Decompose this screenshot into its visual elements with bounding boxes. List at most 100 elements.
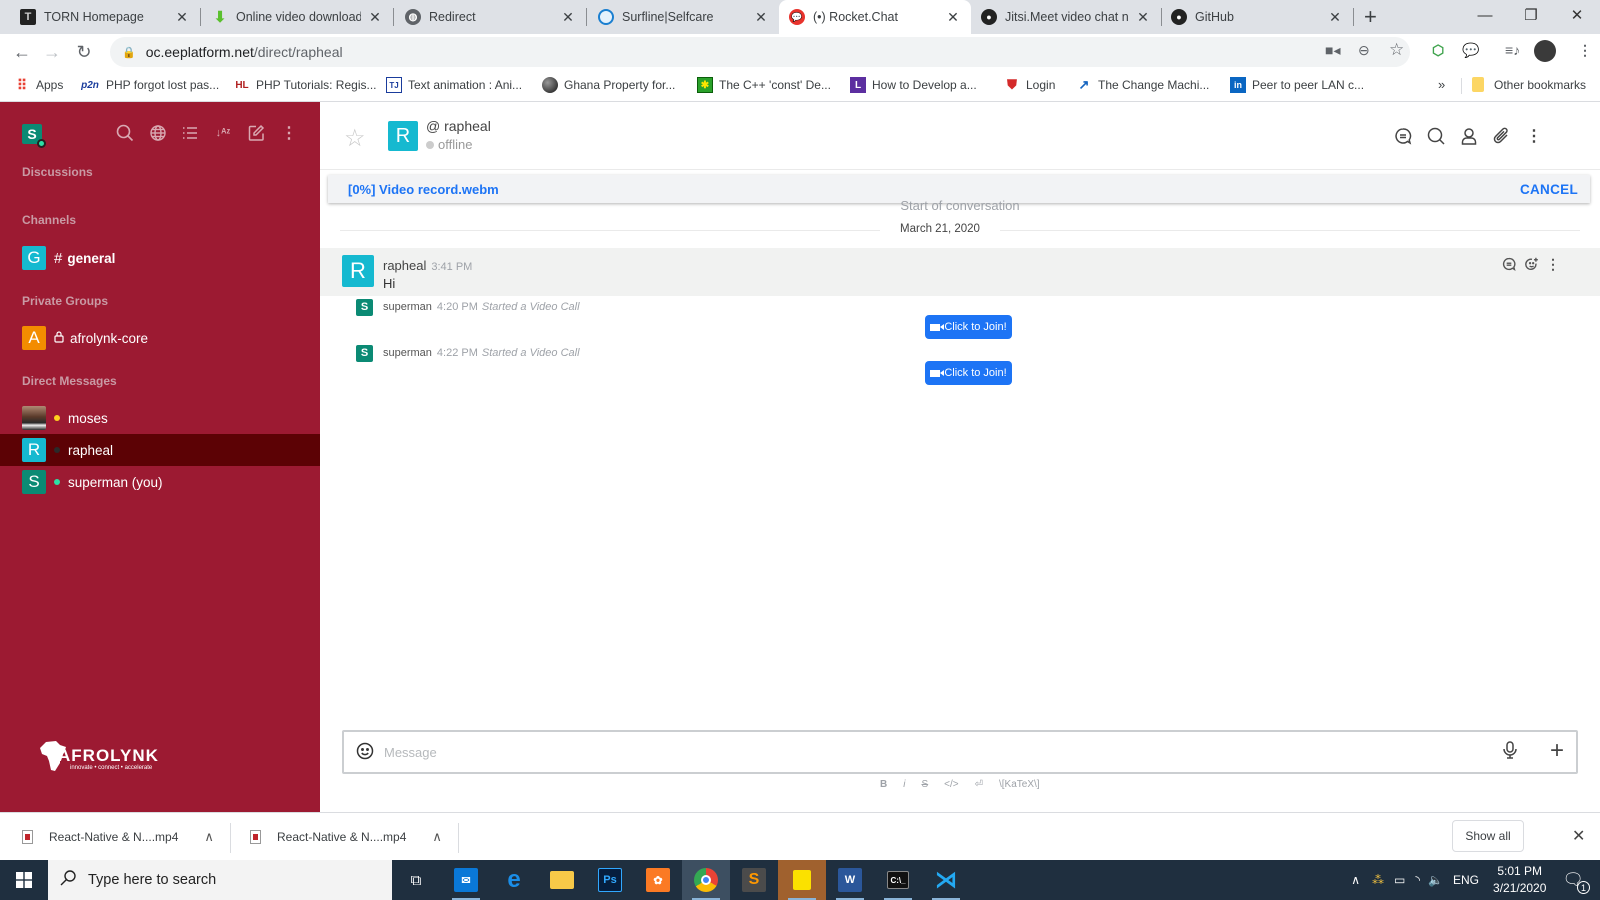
show-hidden-icons-chevron-icon[interactable]: ∧ xyxy=(1351,873,1360,887)
address-bar[interactable]: 🔒 oc.eeplatform.net/direct/rapheal xyxy=(110,37,1410,67)
microphone-icon[interactable] xyxy=(1502,741,1518,762)
close-tab-icon[interactable]: ✕ xyxy=(1327,9,1343,26)
user-avatar[interactable]: S xyxy=(22,124,46,148)
message-input[interactable] xyxy=(384,740,1444,764)
chevron-up-icon[interactable]: ∧ xyxy=(204,829,214,845)
bold-format-button[interactable]: B xyxy=(880,779,887,790)
bookmark-php-tutorials[interactable]: HL PHP Tutorials: Regis... xyxy=(234,77,376,93)
message-username[interactable]: rapheal xyxy=(383,258,426,273)
create-new-edit-icon[interactable] xyxy=(245,122,267,144)
sticky-notes-icon[interactable] xyxy=(778,860,826,900)
room-menu-kebab-icon[interactable]: ⋮ xyxy=(1522,124,1546,148)
word-icon[interactable]: W xyxy=(826,860,874,900)
close-tab-icon[interactable]: ✕ xyxy=(1135,9,1151,26)
nodejs-extension-icon[interactable]: ⬡ xyxy=(1432,42,1444,59)
user-info-icon[interactable] xyxy=(1457,124,1481,148)
bookmarks-overflow-button[interactable]: » xyxy=(1438,77,1445,92)
bookmark-login[interactable]: ⛊ Login xyxy=(1004,77,1055,93)
clock[interactable]: 5:01 PM 3/21/2020 xyxy=(1493,863,1546,897)
close-tab-icon[interactable]: ✕ xyxy=(174,9,190,26)
mail-app-icon[interactable]: ✉ xyxy=(442,860,490,900)
tab-github[interactable]: ● GitHub ✕ xyxy=(1161,0,1353,34)
rocketchat-extension-icon[interactable]: 💬 xyxy=(1462,42,1479,59)
bookmark-php-forgot[interactable]: p2n PHP forgot lost pas... xyxy=(80,77,219,93)
message-avatar[interactable]: R xyxy=(342,255,374,287)
bookmark-peer-to-peer[interactable]: in Peer to peer LAN c... xyxy=(1230,77,1364,93)
volume-icon[interactable]: 🔈 xyxy=(1428,873,1443,887)
directory-globe-icon[interactable] xyxy=(147,122,169,144)
download-item[interactable]: React-Native & N....mp4 ∧ xyxy=(250,813,442,861)
action-center-notifications-icon[interactable]: 🗨 1 xyxy=(1562,870,1590,894)
cancel-upload-button[interactable]: CANCEL xyxy=(1520,182,1578,197)
minimize-window-icon[interactable]: — xyxy=(1462,0,1508,30)
close-downloads-icon[interactable]: ✕ xyxy=(1572,826,1585,846)
back-arrow-icon[interactable]: ← xyxy=(10,40,34,64)
tab-torn-homepage[interactable]: T TORN Homepage ✕ xyxy=(0,0,200,34)
other-bookmarks-folder[interactable]: Other bookmarks xyxy=(1472,77,1586,92)
tab-online-video-downloader[interactable]: ⬇ Online video downloader ✕ xyxy=(200,0,393,34)
attachment-paperclip-icon[interactable] xyxy=(1489,124,1513,148)
message-username[interactable]: superman xyxy=(383,347,432,359)
view-mode-list-icon[interactable] xyxy=(179,122,201,144)
close-tab-icon[interactable]: ✕ xyxy=(560,9,576,26)
add-actions-plus-icon[interactable]: + xyxy=(1550,737,1564,765)
room-avatar[interactable]: R xyxy=(388,121,418,151)
close-tab-icon[interactable]: ✕ xyxy=(753,9,769,26)
favorite-star-icon[interactable]: ☆ xyxy=(344,124,366,153)
message-username[interactable]: superman xyxy=(383,301,432,313)
join-video-call-button[interactable]: Click to Join! xyxy=(925,361,1012,385)
vscode-icon[interactable]: ⋊ xyxy=(922,860,970,900)
reload-icon[interactable]: ↻ xyxy=(72,40,96,64)
chevron-up-icon[interactable]: ∧ xyxy=(432,829,442,845)
close-tab-icon[interactable]: ✕ xyxy=(945,9,961,26)
windows-start-icon[interactable] xyxy=(0,860,48,900)
bookmark-apps[interactable]: ⠿ Apps xyxy=(14,77,64,93)
tab-redirect[interactable]: ◍ Redirect ✕ xyxy=(393,0,586,34)
sidebar-menu-kebab-icon[interactable]: ⋮ xyxy=(278,122,300,144)
task-view-icon[interactable]: ⧉ xyxy=(392,860,440,900)
discussion-icon[interactable] xyxy=(1391,124,1415,148)
italic-format-button[interactable]: i xyxy=(903,779,905,790)
multiline-format-button[interactable]: ⏎ xyxy=(975,779,983,790)
bookmark-text-animation[interactable]: TJ Text animation : Ani... xyxy=(386,77,522,93)
close-tab-icon[interactable]: ✕ xyxy=(367,9,383,26)
new-tab-button[interactable]: + xyxy=(1364,4,1377,30)
command-prompt-icon[interactable]: C:\_ xyxy=(874,860,922,900)
file-explorer-icon[interactable] xyxy=(538,860,586,900)
message-avatar[interactable]: S xyxy=(356,298,373,316)
profile-avatar[interactable] xyxy=(1534,40,1556,62)
media-controls-icon[interactable]: ≡♪ xyxy=(1505,42,1520,58)
tab-rocket-chat[interactable]: 💬 (•) Rocket.Chat ✕ xyxy=(779,0,971,34)
bookmark-how-to-develop[interactable]: L How to Develop a... xyxy=(850,77,977,93)
tab-surfline-selfcare[interactable]: Surfline|Selfcare ✕ xyxy=(586,0,779,34)
network-app-tray-icon[interactable]: ⁂ xyxy=(1372,873,1384,887)
language-indicator[interactable]: ENG xyxy=(1453,873,1479,887)
wifi-icon[interactable]: ◝ xyxy=(1415,873,1420,887)
download-item[interactable]: React-Native & N....mp4 ∧ xyxy=(22,813,214,861)
zoom-out-icon[interactable]: ⊖ xyxy=(1358,42,1370,59)
battery-icon[interactable]: ▭ xyxy=(1394,873,1405,887)
strike-format-button[interactable]: S xyxy=(921,779,928,790)
bookmark-change-machine[interactable]: ↗ The Change Machi... xyxy=(1076,77,1210,93)
tab-jitsi-meet[interactable]: ● Jitsi.Meet video chat not ✕ xyxy=(971,0,1161,34)
restore-window-icon[interactable]: ❐ xyxy=(1508,0,1554,30)
sidebar-item-general[interactable]: G # general xyxy=(0,242,320,274)
message-menu-kebab-icon[interactable]: ⋮ xyxy=(1545,256,1561,272)
code-format-button[interactable]: </> xyxy=(944,779,958,790)
bookmark-ghana-property[interactable]: Ghana Property for... xyxy=(542,77,675,93)
close-window-icon[interactable]: ✕ xyxy=(1554,0,1600,30)
chrome-menu-icon[interactable]: ⋮ xyxy=(1578,42,1592,59)
sublime-text-icon[interactable]: S xyxy=(730,860,778,900)
sidebar-item-superman[interactable]: S superman (you) xyxy=(0,466,320,498)
edge-browser-icon[interactable]: e xyxy=(490,860,538,900)
forward-arrow-icon[interactable]: → xyxy=(40,40,64,64)
xampp-icon[interactable]: ✿ xyxy=(634,860,682,900)
search-messages-icon[interactable] xyxy=(1424,124,1448,148)
emoji-picker-icon[interactable] xyxy=(356,742,374,765)
katex-help-link[interactable]: \[KaTeX\] xyxy=(999,779,1040,790)
sidebar-item-moses[interactable]: moses xyxy=(0,402,320,434)
camera-blocked-icon[interactable]: ■◂ xyxy=(1325,42,1340,59)
add-reaction-icon[interactable] xyxy=(1524,256,1540,272)
bookmark-cpp-const[interactable]: ✱ The C++ 'const' De... xyxy=(697,77,831,93)
photoshop-icon[interactable]: Ps xyxy=(586,860,634,900)
